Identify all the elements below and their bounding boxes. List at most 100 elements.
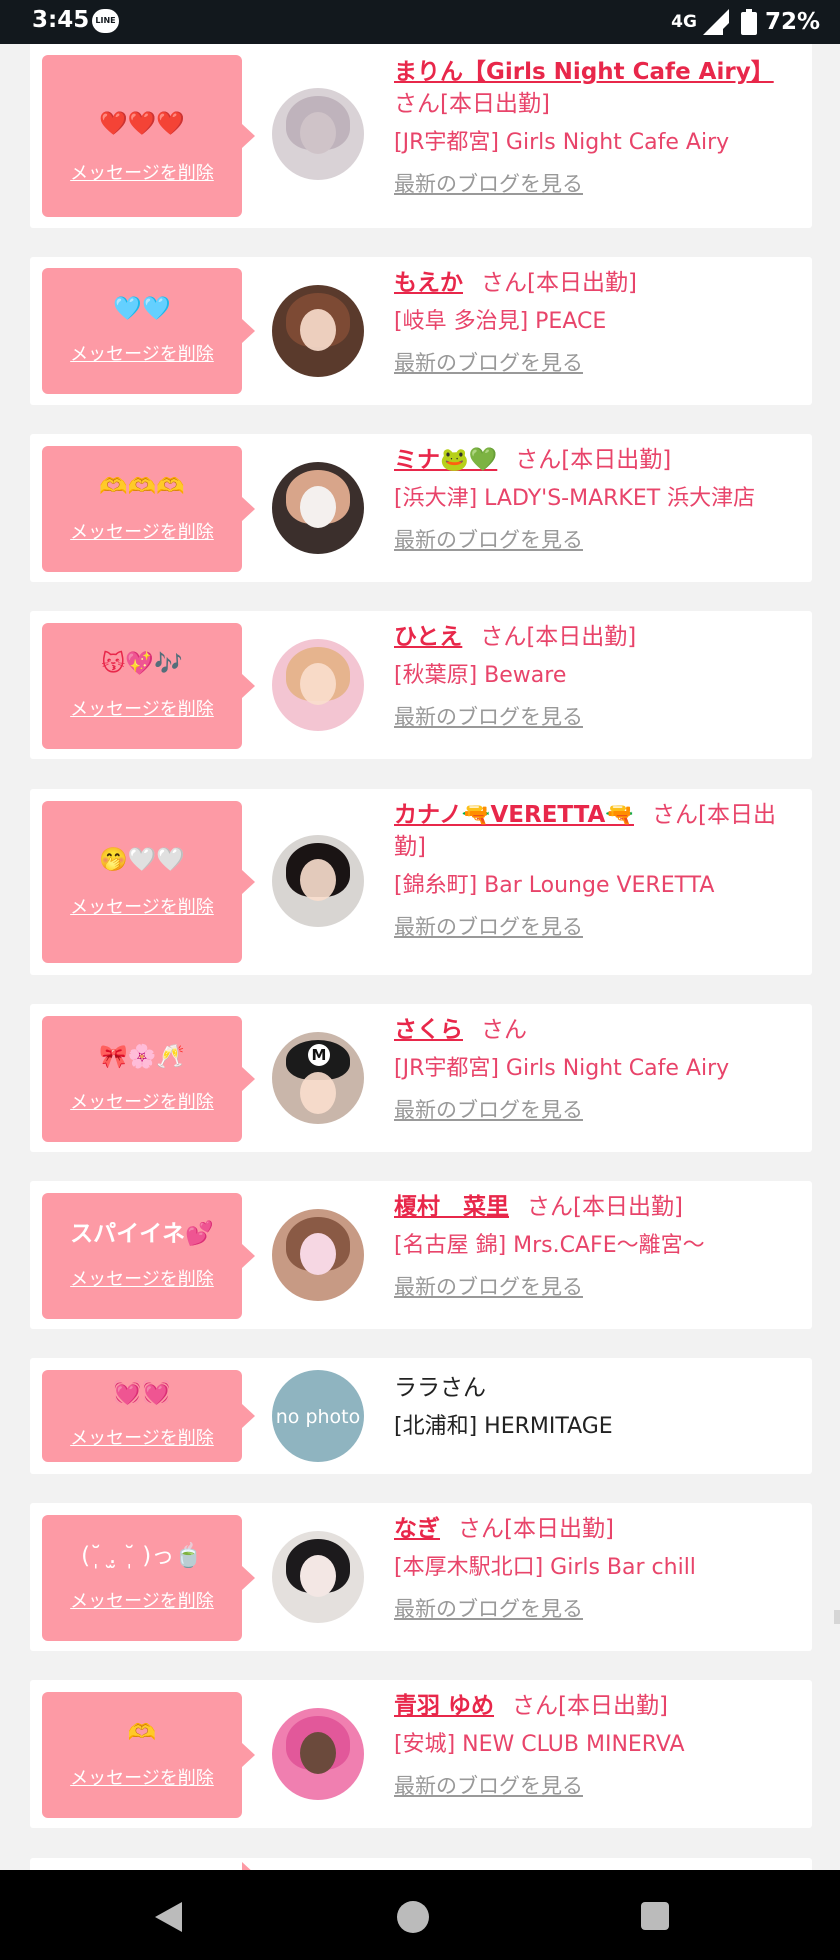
- delete-message-link[interactable]: メッセージを削除: [42, 1424, 242, 1450]
- reaction-text: 🫶: [127, 1720, 157, 1746]
- list-item: 🩵🩵 メッセージを削除 もえか さん[本日出勤] [岐阜 多治見] PEACE 最…: [30, 257, 812, 405]
- reaction-text: 🫶🫶🫶: [99, 474, 185, 500]
- shop-text: [錦糸町] Bar Lounge VERETTA: [394, 873, 715, 898]
- back-icon[interactable]: [155, 1902, 182, 1932]
- shop-text: [JR宇都宮] Girls Night Cafe Airy: [394, 130, 730, 155]
- status-suffix: さん[本日出勤]: [458, 1516, 614, 1542]
- latest-blog-link[interactable]: 最新のブログを見る: [394, 349, 804, 377]
- latest-blog-link[interactable]: 最新のブログを見る: [394, 913, 804, 941]
- avatar-face: [300, 1555, 336, 1597]
- list-item: 💓💓 メッセージを削除 no photo ララさん [北浦和] HERMITAG…: [30, 1358, 812, 1474]
- latest-blog-link[interactable]: 最新のブログを見る: [394, 1772, 804, 1800]
- latest-blog-link[interactable]: 最新のブログを見る: [394, 703, 804, 731]
- status-suffix: さん[本日出勤]: [394, 91, 550, 117]
- no-photo-text: no photo: [275, 1406, 361, 1428]
- status-right: 4G 72%: [671, 7, 820, 37]
- avatar[interactable]: [272, 835, 364, 927]
- girl-name-link[interactable]: もえか: [394, 270, 463, 296]
- scrollbar[interactable]: [834, 1610, 840, 1624]
- delete-message-link[interactable]: メッセージを削除: [42, 1088, 242, 1114]
- avatar[interactable]: [272, 1209, 364, 1301]
- delete-message-link[interactable]: メッセージを削除: [42, 695, 242, 721]
- avatar[interactable]: [272, 285, 364, 377]
- status-suffix: さん[本日出勤]: [512, 1693, 668, 1719]
- item-info: ひとえ さん[本日出勤] [秋葉原] Beware 最新のブログを見る: [394, 621, 804, 731]
- latest-blog-link[interactable]: 最新のブログを見る: [394, 1096, 804, 1124]
- list-item: 🫶 メッセージを削除 青羽 ゆめ さん[本日出勤] [安城] NEW CLUB M…: [30, 1680, 812, 1828]
- shop-text: [北浦和] HERMITAGE: [394, 1414, 613, 1439]
- status-suffix: さん[本日出勤]: [527, 1194, 683, 1220]
- delete-message-link[interactable]: メッセージを削除: [42, 340, 242, 366]
- avatar-face: [300, 112, 336, 154]
- list-item: 🤭🤍🤍 メッセージを削除 カナノ🔫VERETTA🔫 さん[本日出勤] [錦糸町] …: [30, 789, 812, 975]
- reaction-text: ❤️❤️❤️: [99, 111, 185, 137]
- reaction-text: 😽💖🎶: [101, 651, 183, 677]
- girl-name-link[interactable]: 青羽 ゆめ: [394, 1693, 494, 1719]
- status-suffix: さん[本日出勤]: [480, 624, 637, 650]
- reaction-bubble: 🫶🫶🫶 メッセージを削除: [42, 446, 255, 572]
- list-item: 🫶🫶🫶 メッセージを削除 ミナ🐸💚 さん[本日出勤] [浜大津] LADY'S-M…: [30, 434, 812, 582]
- delete-message-link[interactable]: メッセージを削除: [42, 159, 242, 185]
- reaction-text: 🤭🤍🤍: [99, 847, 185, 873]
- home-icon[interactable]: [397, 1901, 429, 1933]
- delete-message-link[interactable]: メッセージを削除: [42, 1587, 242, 1613]
- list-item: ❤️❤️❤️ メッセージを削除 まりん【Girls Night Cafe Air…: [30, 40, 812, 228]
- avatar-face: [300, 486, 336, 528]
- girl-name-link[interactable]: カナノ🔫VERETTA🔫: [394, 802, 634, 828]
- shop-text: [本厚木駅北口] Girls Bar chill: [394, 1555, 696, 1580]
- delete-message-link[interactable]: メッセージを削除: [42, 1764, 242, 1790]
- recents-icon[interactable]: [641, 1902, 669, 1930]
- reaction-bubble: 🎀🌸🥂 メッセージを削除: [42, 1016, 255, 1142]
- status-time: 3:45: [32, 7, 90, 33]
- latest-blog-link[interactable]: 最新のブログを見る: [394, 526, 804, 554]
- shop-text: [秋葉原] Beware: [394, 663, 567, 688]
- network-label: 4G: [671, 12, 697, 32]
- line-icon: LINE: [92, 9, 119, 33]
- girl-name-link[interactable]: なぎ: [394, 1516, 440, 1542]
- girl-name-link[interactable]: 榎村 菜里: [394, 1194, 509, 1220]
- avatar-face: [300, 1732, 336, 1774]
- delete-message-link[interactable]: メッセージを削除: [42, 893, 242, 919]
- delete-message-link[interactable]: メッセージを削除: [42, 1265, 242, 1291]
- item-info: なぎ さん[本日出勤] [本厚木駅北口] Girls Bar chill 最新のブ…: [394, 1513, 804, 1623]
- avatar-face: [300, 859, 336, 901]
- latest-blog-link[interactable]: 最新のブログを見る: [394, 170, 804, 198]
- avatar[interactable]: [272, 1708, 364, 1800]
- reaction-bubble: 😽💖🎶 メッセージを削除: [42, 623, 255, 749]
- avatar-face: [300, 663, 336, 705]
- avatar[interactable]: M: [272, 1032, 364, 1124]
- shop-text: [岐阜 多治見] PEACE: [394, 309, 607, 334]
- avatar[interactable]: [272, 1531, 364, 1623]
- battery-icon: [740, 9, 757, 35]
- delete-message-link[interactable]: メッセージを削除: [42, 518, 242, 544]
- latest-blog-link[interactable]: 最新のブログを見る: [394, 1595, 804, 1623]
- latest-blog-link[interactable]: 最新のブログを見る: [394, 1273, 804, 1301]
- avatar[interactable]: [272, 639, 364, 731]
- reaction-bubble: 💓💓 メッセージを削除: [42, 1370, 255, 1462]
- avatar[interactable]: [272, 88, 364, 180]
- item-info: カナノ🔫VERETTA🔫 さん[本日出勤] [錦糸町] Bar Lounge VE…: [394, 799, 804, 941]
- status-suffix: さん[本日出勤]: [515, 447, 672, 473]
- item-info: ララさん [北浦和] HERMITAGE: [394, 1372, 804, 1442]
- navigation-bar: [0, 1870, 840, 1960]
- girl-name-link[interactable]: さくら: [394, 1017, 463, 1043]
- status-bar: 3:45 LINE 4G 72%: [0, 0, 840, 44]
- reaction-bubble: 🤭🤍🤍 メッセージを削除: [42, 801, 255, 963]
- reaction-text: 💓💓: [113, 1380, 171, 1406]
- girl-name-link[interactable]: まりん【Girls Night Cafe Airy】: [394, 59, 774, 85]
- avatar-face: [300, 1233, 336, 1275]
- reaction-text: 🎀🌸🥂: [99, 1044, 185, 1070]
- girl-name-link[interactable]: ひとえ: [394, 624, 462, 650]
- shop-text: [浜大津] LADY'S-MARKET 浜大津店: [394, 486, 756, 511]
- item-info: 榎村 菜里 さん[本日出勤] [名古屋 錦] Mrs.CAFE〜離宮〜 最新のブロ…: [394, 1191, 804, 1301]
- battery-percent: 72%: [764, 9, 820, 35]
- reaction-bubble: 🩵🩵 メッセージを削除: [42, 268, 255, 394]
- no-photo-avatar[interactable]: no photo: [272, 1370, 364, 1462]
- item-info: 青羽 ゆめ さん[本日出勤] [安城] NEW CLUB MINERVA 最新のブ…: [394, 1690, 804, 1800]
- avatar-face: [300, 1072, 336, 1114]
- status-suffix: さん[本日出勤]: [481, 270, 637, 296]
- girl-name-link[interactable]: ミナ🐸💚: [394, 447, 497, 473]
- shop-text: [JR宇都宮] Girls Night Cafe Airy: [394, 1056, 730, 1081]
- avatar[interactable]: [272, 462, 364, 554]
- item-info: ミナ🐸💚 さん[本日出勤] [浜大津] LADY'S-MARKET 浜大津店 最新…: [394, 444, 804, 554]
